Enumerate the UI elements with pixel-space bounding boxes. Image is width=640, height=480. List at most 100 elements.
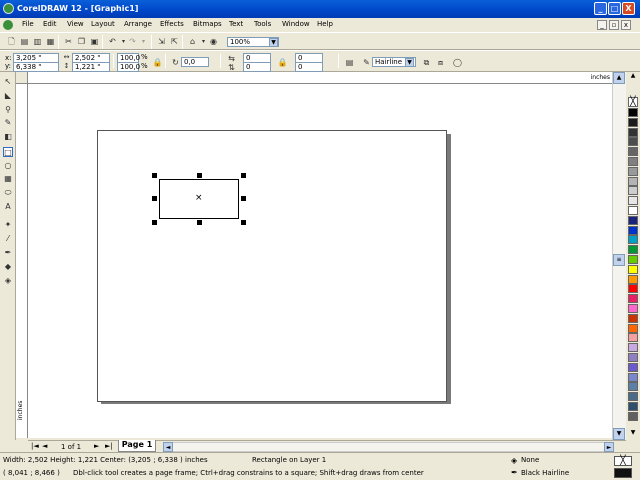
lock-ratio-icon[interactable]: 🔒 [152, 57, 163, 68]
palette-swatch[interactable] [628, 245, 638, 255]
prev-page-button[interactable]: ◄ [42, 442, 47, 450]
scroll-down-button[interactable]: ▼ [613, 428, 625, 440]
undo-icon[interactable]: ↶ [107, 36, 118, 47]
menu-view[interactable]: View [67, 20, 84, 28]
polygon-tool-icon[interactable]: ▦ [3, 174, 13, 184]
rotation-field[interactable]: 0,0 [181, 57, 209, 67]
outline-tool-icon[interactable]: ✒ [3, 248, 13, 258]
palette-swatch[interactable] [628, 372, 638, 382]
palette-swatch[interactable] [628, 206, 638, 215]
palette-swatch[interactable] [628, 274, 638, 284]
scroll-right-button[interactable]: ► [604, 442, 614, 452]
menu-layout[interactable]: Layout [91, 20, 115, 28]
palette-swatch[interactable] [628, 264, 638, 274]
palette-swatch[interactable] [628, 127, 638, 137]
palette-swatch[interactable] [628, 176, 638, 186]
maximize-button[interactable]: □ [608, 2, 621, 15]
smart-fill-tool-icon[interactable]: ◧ [3, 132, 13, 142]
selection-handle-bottom-center[interactable] [197, 220, 202, 225]
outline-width-dropdown-icon[interactable]: ▼ [405, 58, 414, 67]
scroll-left-button[interactable]: ◄ [163, 442, 173, 452]
interactive-blend-tool-icon[interactable]: ✦ [3, 220, 13, 230]
minimize-button[interactable]: _ [594, 2, 607, 15]
selection-handle-top-right[interactable] [241, 173, 246, 178]
first-page-button[interactable]: |◄ [31, 442, 39, 450]
basic-shapes-tool-icon[interactable]: ⬭ [3, 188, 13, 198]
redo-icon[interactable]: ↷ [127, 36, 138, 47]
interactive-fill-tool-icon[interactable]: ◈ [3, 276, 13, 286]
palette-swatch[interactable] [628, 284, 638, 294]
zoom-dropdown-icon[interactable]: ▼ [269, 38, 278, 47]
palette-swatch[interactable] [628, 137, 638, 147]
palette-swatch[interactable] [628, 166, 638, 176]
corner-roundness-bottom-right[interactable]: 0 [295, 62, 323, 72]
palette-swatch[interactable] [628, 186, 638, 196]
ruler-origin[interactable] [16, 72, 28, 84]
cut-icon[interactable]: ✂ [63, 36, 74, 47]
selection-handle-middle-left[interactable] [152, 196, 157, 201]
palette-swatch[interactable] [628, 382, 638, 392]
selection-handle-bottom-right[interactable] [241, 220, 246, 225]
center-marker-icon[interactable]: × [195, 193, 203, 203]
height-field[interactable]: 1,221 " [72, 62, 110, 72]
text-tool-icon[interactable]: A [3, 202, 13, 212]
horizontal-scrollbar[interactable]: ◄ ► [163, 442, 614, 452]
copy-icon[interactable]: ❐ [76, 36, 87, 47]
rectangle-tool-icon[interactable]: □ [3, 147, 13, 157]
palette-swatch[interactable] [628, 215, 638, 225]
last-page-button[interactable]: ►| [105, 442, 113, 450]
pick-tool-icon[interactable]: ↖ [3, 77, 13, 87]
fill-color-swatch[interactable]: ╳ [614, 456, 632, 466]
selection-handle-top-center[interactable] [197, 173, 202, 178]
fill-tool-icon[interactable]: ◆ [3, 262, 13, 272]
palette-swatch[interactable] [628, 323, 638, 333]
palette-swatch[interactable] [628, 147, 638, 157]
scale-height-field[interactable]: 100,0 [117, 62, 140, 72]
palette-swatch[interactable] [628, 196, 638, 206]
freehand-tool-icon[interactable]: ✎ [3, 118, 13, 128]
y-position-field[interactable]: 6,338 " [13, 62, 59, 72]
menu-edit[interactable]: Edit [43, 20, 57, 28]
selection-handle-middle-right[interactable] [241, 196, 246, 201]
palette-scroll-up-icon[interactable]: ▲ [628, 72, 638, 80]
menu-bitmaps[interactable]: Bitmaps [193, 20, 222, 28]
coreldraw-app-icon[interactable] [3, 3, 14, 14]
palette-swatch[interactable] [628, 313, 638, 323]
next-page-button[interactable]: ► [94, 442, 99, 450]
palette-swatch[interactable] [628, 108, 638, 117]
wrap-paragraph-text-icon[interactable]: ▤ [344, 57, 355, 68]
application-launcher-icon[interactable]: ⌂ [187, 36, 198, 47]
corel-online-icon[interactable]: ◉ [208, 36, 219, 47]
menu-tools[interactable]: Tools [254, 20, 271, 28]
palette-swatch[interactable] [628, 117, 638, 127]
vertical-scroll-thumb[interactable]: ≡ [613, 254, 625, 266]
paste-icon[interactable]: ▣ [89, 36, 100, 47]
shape-tool-icon[interactable]: ◣ [3, 91, 13, 101]
new-document-icon[interactable]: 🗋 [6, 36, 17, 47]
open-icon[interactable]: ▤ [19, 36, 30, 47]
redo-dropdown-icon[interactable]: ▾ [138, 36, 149, 47]
eyedropper-tool-icon[interactable]: ⁄ [3, 234, 13, 244]
doc-restore-button[interactable]: ▫ [609, 20, 619, 30]
palette-swatch[interactable] [628, 333, 638, 343]
palette-swatch[interactable] [628, 353, 638, 362]
export-icon[interactable]: ⇱ [169, 36, 180, 47]
selection-handle-bottom-left[interactable] [152, 220, 157, 225]
convert-to-curves-icon[interactable]: ◯ [452, 57, 463, 68]
palette-swatch[interactable] [628, 392, 638, 402]
doc-minimize-button[interactable]: _ [597, 20, 607, 30]
palette-scroll-down-icon[interactable]: ▼ [628, 429, 638, 437]
palette-swatch[interactable] [628, 343, 638, 353]
round-corners-together-icon[interactable]: 🔒 [277, 57, 288, 68]
corner-roundness-bottom-left[interactable]: 0 [243, 62, 271, 72]
palette-swatch[interactable] [628, 255, 638, 264]
outline-color-swatch[interactable] [614, 468, 632, 478]
palette-swatch[interactable] [628, 362, 638, 372]
menu-effects[interactable]: Effects [160, 20, 184, 28]
menu-file[interactable]: File [22, 20, 34, 28]
menu-arrange[interactable]: Arrange [124, 20, 152, 28]
menu-window[interactable]: Window [282, 20, 310, 28]
page-tab[interactable]: Page 1 [118, 440, 156, 452]
palette-swatch[interactable] [628, 157, 638, 166]
close-button[interactable]: X [622, 2, 635, 15]
